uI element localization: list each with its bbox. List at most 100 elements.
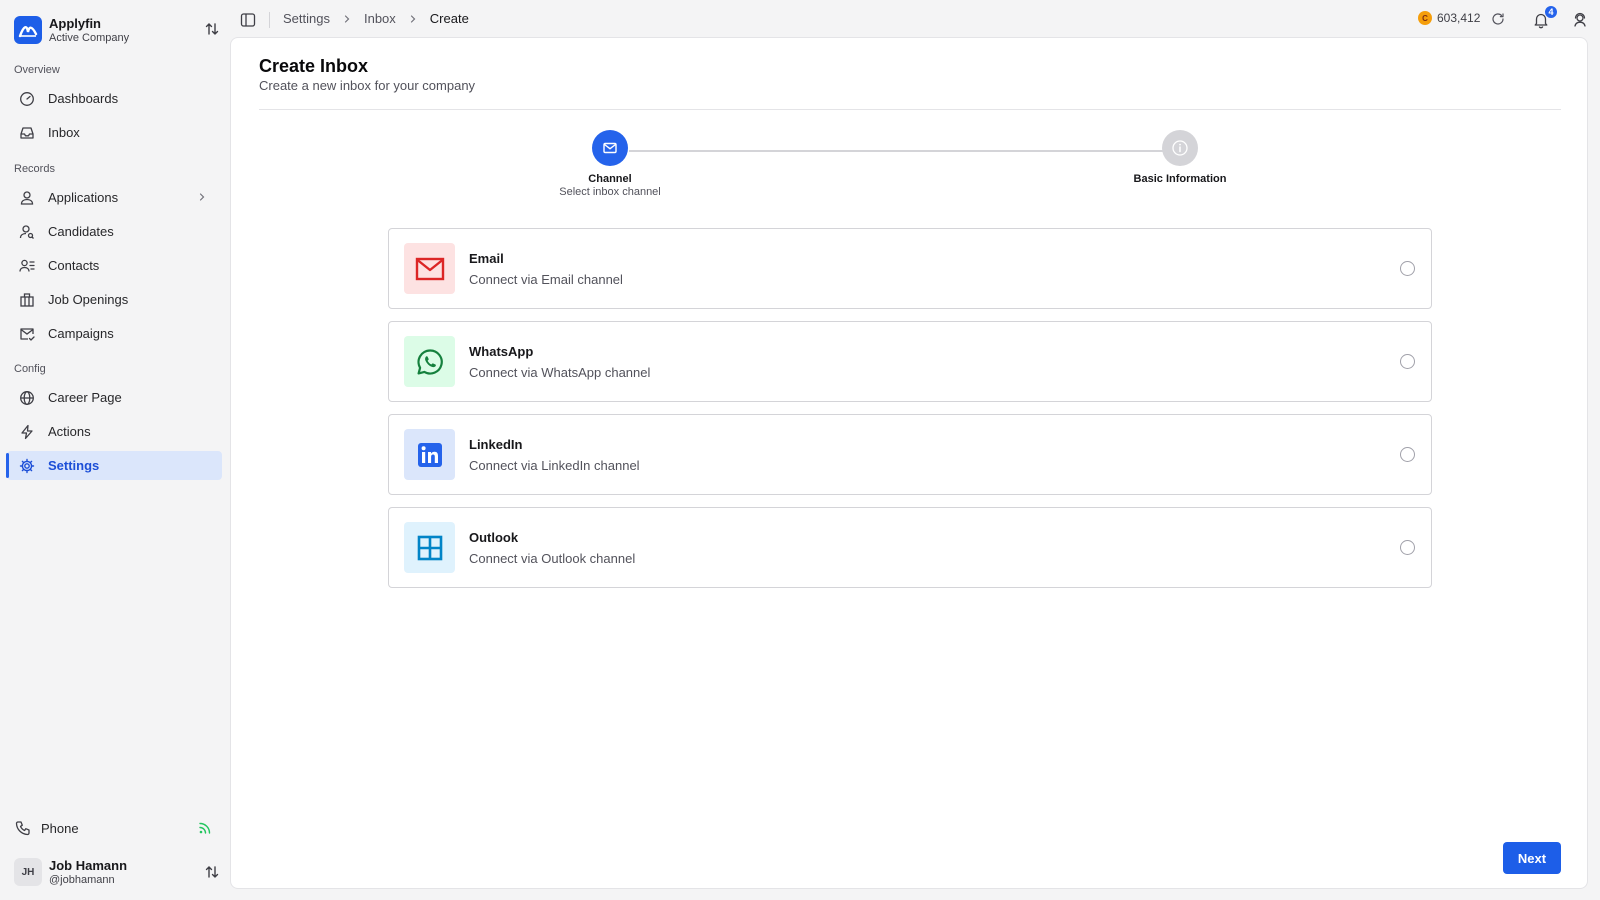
channel-name: Outlook (469, 529, 519, 545)
channel-description: Connect via WhatsApp channel (469, 364, 651, 380)
channel-description: Connect via Outlook channel (469, 550, 636, 566)
page-title: Create Inbox (259, 56, 369, 76)
channel-description: Connect via Email channel (469, 271, 623, 287)
sidebar-item-label: Inbox (48, 125, 80, 140)
sidebar-item-campaigns[interactable]: Campaigns (7, 319, 222, 348)
sidebar-item-career-page[interactable]: Career Page (7, 383, 222, 412)
nav-group-records: Records (14, 163, 55, 175)
channel-name: Email (469, 250, 504, 266)
phone-label: Phone (41, 820, 79, 836)
chevron-right-icon (410, 14, 416, 23)
step-channel[interactable]: Channel Select inbox channel (548, 130, 672, 198)
globe-icon (19, 390, 35, 406)
linkedin-icon (404, 429, 455, 480)
channel-option-email[interactable]: Email Connect via Email channel (388, 228, 1432, 309)
mail-icon (603, 142, 617, 154)
toolbar-divider (269, 12, 270, 28)
sidebar-item-candidates[interactable]: Candidates (7, 217, 222, 246)
sidebar-item-dashboards[interactable]: Dashboards (7, 84, 222, 113)
user-icon (19, 190, 35, 206)
user-account-switcher[interactable]: JH Job Hamann @jobhamann (14, 854, 224, 890)
nav-group-overview: Overview (14, 64, 60, 76)
breadcrumb: Settings Inbox Create (283, 11, 469, 26)
sidebar-item-applications[interactable]: Applications (7, 183, 222, 212)
top-bar: Settings Inbox Create C 603,412 4 (229, 0, 1600, 38)
channel-name: WhatsApp (469, 343, 534, 359)
channel-description: Connect via LinkedIn channel (469, 457, 640, 473)
company-subtitle: Active Company (49, 31, 130, 44)
support-agent-icon[interactable] (1572, 12, 1588, 28)
refresh-icon[interactable] (1491, 12, 1505, 26)
step-basic-information[interactable]: Basic Information (1118, 130, 1242, 185)
whatsapp-icon (404, 336, 455, 387)
company-name: Applyfin (49, 15, 101, 31)
notifications-button[interactable]: 4 (1532, 5, 1558, 29)
step-circle-active (592, 130, 628, 166)
stepper-connector (629, 150, 1181, 152)
credits-balance[interactable]: C 603,412 (1418, 11, 1480, 25)
sidebar-item-job-openings[interactable]: Job Openings (7, 285, 222, 314)
chevron-right-icon[interactable] (196, 191, 208, 203)
mail-check-icon (19, 326, 35, 342)
channel-radio[interactable] (1400, 447, 1415, 462)
sidebar: Applyfin Active Company Overview Dashboa… (0, 0, 229, 900)
inbox-icon (19, 125, 35, 141)
channel-option-outlook[interactable]: Outlook Connect via Outlook channel (388, 507, 1432, 588)
email-icon (404, 243, 455, 294)
gear-icon (19, 458, 35, 474)
contacts-list-icon (19, 258, 35, 274)
swap-vertical-icon[interactable] (204, 864, 220, 880)
phone-status[interactable]: Phone (7, 814, 222, 842)
channel-radio[interactable] (1400, 354, 1415, 369)
nav-group-config: Config (14, 363, 46, 375)
step-circle-pending (1162, 130, 1198, 166)
step-title: Channel (588, 173, 632, 185)
signal-icon (199, 822, 211, 834)
credits-value: 603,412 (1437, 11, 1481, 25)
header-divider (259, 109, 1561, 110)
user-handle: @jobhamann (49, 873, 115, 886)
step-title: Basic Information (1133, 173, 1227, 185)
building-icon (19, 292, 35, 308)
sidebar-item-inbox[interactable]: Inbox (7, 118, 222, 147)
step-subtitle: Select inbox channel (559, 186, 661, 198)
channel-option-linkedin[interactable]: LinkedIn Connect via LinkedIn channel (388, 414, 1432, 495)
company-switcher[interactable]: Applyfin Active Company (14, 14, 224, 46)
sidebar-item-label: Career Page (48, 390, 122, 405)
sidebar-item-label: Candidates (48, 224, 114, 239)
breadcrumb-inbox[interactable]: Inbox (364, 11, 396, 26)
info-icon (1172, 140, 1188, 156)
breadcrumb-settings[interactable]: Settings (283, 11, 330, 26)
user-search-icon (19, 224, 35, 240)
sidebar-item-label: Contacts (48, 258, 100, 273)
breadcrumb-current: Create (429, 11, 469, 26)
avatar: JH (14, 858, 42, 886)
sidebar-item-actions[interactable]: Actions (7, 417, 222, 446)
sidebar-item-label: Dashboards (48, 91, 119, 106)
sidebar-item-label: Campaigns (48, 326, 114, 341)
sidebar-item-label: Actions (48, 424, 91, 439)
page-subtitle: Create a new inbox for your company (259, 78, 476, 93)
sidebar-item-label: Job Openings (48, 292, 129, 307)
sidebar-toggle-icon[interactable] (240, 12, 256, 28)
user-name: Job Hamann (49, 857, 128, 873)
sidebar-item-contacts[interactable]: Contacts (7, 251, 222, 280)
channel-name: LinkedIn (469, 436, 523, 452)
channel-radio[interactable] (1400, 540, 1415, 555)
notification-count-badge: 4 (1544, 5, 1558, 19)
brand-logo-icon (14, 16, 42, 44)
coin-icon: C (1418, 11, 1432, 25)
next-button[interactable]: Next (1503, 842, 1561, 874)
channel-radio[interactable] (1400, 261, 1415, 276)
phone-icon (15, 820, 31, 836)
sidebar-item-label: Settings (48, 458, 100, 473)
sidebar-item-settings[interactable]: Settings (6, 451, 222, 480)
sidebar-item-label: Applications (48, 190, 119, 205)
channel-option-whatsapp[interactable]: WhatsApp Connect via WhatsApp channel (388, 321, 1432, 402)
swap-vertical-icon[interactable] (204, 21, 220, 37)
gauge-icon (19, 91, 35, 107)
zap-icon (19, 424, 35, 440)
outlook-icon (404, 522, 455, 573)
chevron-right-icon (344, 14, 350, 23)
main-panel: Create Inbox Create a new inbox for your… (230, 37, 1588, 889)
